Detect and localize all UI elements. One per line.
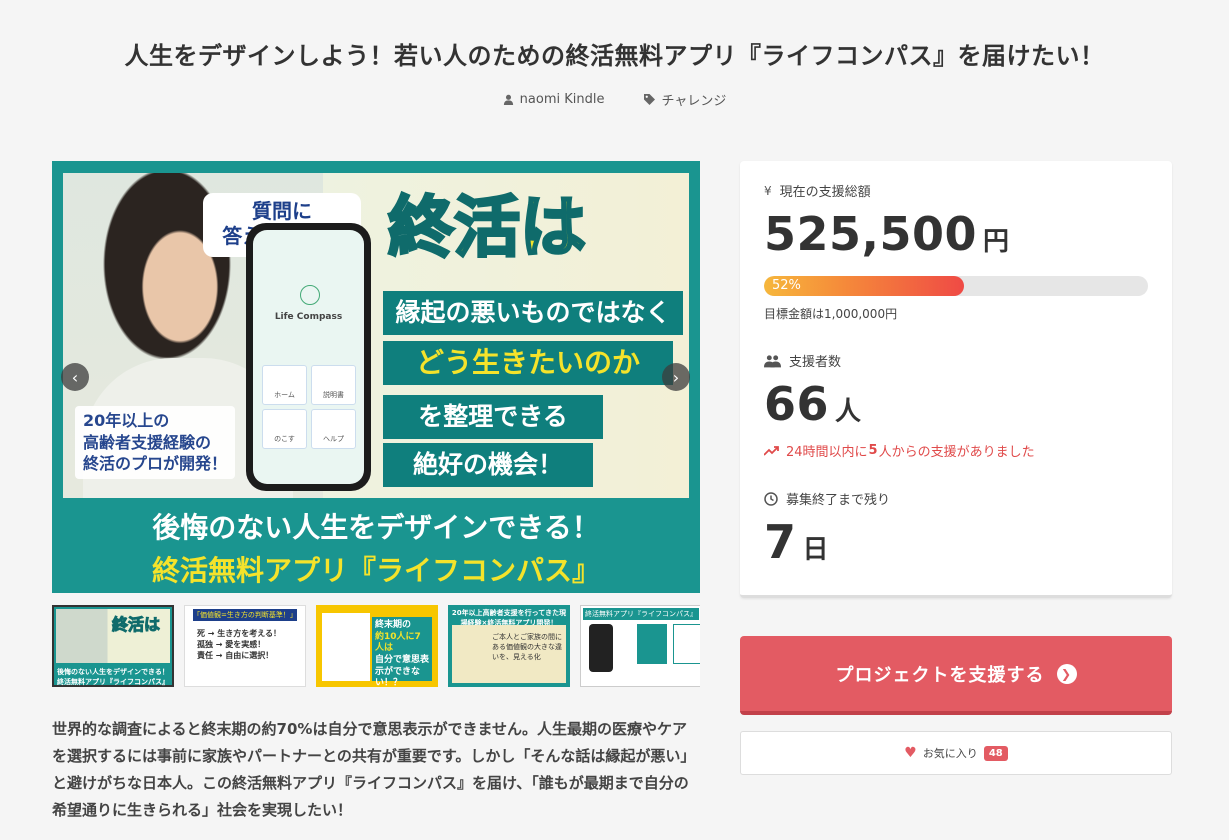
category-link[interactable]: チャレンジ	[644, 90, 726, 109]
total-amount: 525,500 円	[764, 207, 1010, 261]
clock-icon	[764, 491, 778, 506]
hero-bottom-line-1: 後悔のない人生をデザインできる！	[152, 511, 600, 544]
backers-label: 支援者数	[789, 355, 842, 370]
menu-leave: のこす	[262, 409, 307, 449]
thumbnail-4[interactable]: 20年以上高齢者支援を行ってきた現場経験×終活無料アプリ開発！ ご本人とご家族の…	[448, 605, 570, 687]
backers-count: 66 人	[764, 377, 862, 431]
users-icon	[764, 354, 781, 367]
thumbnail-3[interactable]: 終末期の 約10人に7人は 自分で意思表示ができない！？	[316, 605, 438, 687]
favorite-label: お気に入り	[922, 747, 978, 760]
remaining-label: 募集終了まで残り	[786, 493, 891, 508]
project-meta: naomi Kindle チャレンジ	[0, 90, 1229, 109]
favorite-button[interactable]: ♥ お気に入り 48	[740, 731, 1172, 775]
arrow-right-circle-icon: ❯	[1056, 663, 1077, 684]
menu-home: ホーム	[262, 365, 307, 405]
category-name: チャレンジ	[661, 94, 727, 109]
hero-band-1: 縁起の悪いものではなく	[383, 291, 683, 335]
hero-headline: 終活は	[387, 189, 588, 266]
total-label-row: ¥ 現在の支援総額	[764, 181, 871, 201]
remaining-days: 7日	[764, 515, 830, 569]
funding-stats-card: ¥ 現在の支援総額 525,500 円 52% 目標金額は1,000,000円 支…	[740, 161, 1172, 598]
favorite-count: 48	[983, 745, 1008, 761]
phone-mockup: Life Compass ホーム 説明書 のこす ヘルプ	[246, 223, 371, 491]
thumbnail-5[interactable]: 終活無料アプリ『ライフコンパス』を使うと？	[580, 605, 700, 687]
trending-up-icon	[764, 445, 779, 456]
progress-fill: 52%	[764, 276, 964, 296]
recent-support-notice: 24時間以内に 5 人からの支援がありました	[764, 441, 1035, 460]
hero-bottom-line-2: 終活無料アプリ『ライフコンパス』	[151, 554, 600, 587]
menu-help: ヘルプ	[311, 409, 356, 449]
user-icon	[503, 94, 513, 105]
hero-visual: 質問に 答えるだけ！ Life Compass ホーム 説明書 のこす ヘルプ …	[63, 173, 689, 498]
thumbnail-strip: 終活は 後悔のない人生をデザインできる！終活無料アプリ『ライフコンパス』 「価値…	[52, 605, 700, 687]
backers-label-row: 支援者数	[764, 351, 841, 370]
hero-band-2: どう生きたいのか	[383, 341, 673, 385]
support-button-label: プロジェクトを支援する	[835, 664, 1045, 686]
yen-icon: ¥	[764, 183, 772, 198]
total-label: 現在の支援総額	[779, 185, 871, 200]
goal-amount: 目標金額は1,000,000円	[764, 307, 898, 321]
chevron-left-icon: ‹	[71, 367, 79, 387]
tag-icon	[644, 94, 656, 105]
thumbnail-1[interactable]: 終活は 後悔のない人生をデザインできる！終活無料アプリ『ライフコンパス』	[52, 605, 174, 687]
compass-icon	[300, 285, 320, 305]
hero-image: 質問に 答えるだけ！ Life Compass ホーム 説明書 のこす ヘルプ …	[52, 161, 700, 593]
remaining-label-row: 募集終了まで残り	[764, 489, 890, 508]
hero-band-4: 絶好の機会！	[383, 443, 593, 487]
author-link[interactable]: naomi Kindle	[503, 90, 605, 109]
experience-text: 20年以上の 高齢者支援経験の 終活のプロが開発！	[75, 406, 236, 479]
app-name: Life Compass	[274, 312, 343, 322]
chevron-right-icon: ›	[672, 367, 680, 387]
menu-manual: 説明書	[311, 365, 356, 405]
author-name: naomi Kindle	[519, 92, 605, 107]
thumbnail-2[interactable]: 「価値観=生き方の判断基準！」 死 → 生き方を考える！ 孤独 → 愛を実感！ …	[184, 605, 306, 687]
project-title: 人生をデザインしよう！若い人のための終活無料アプリ『ライフコンパス』を届けたい！	[124, 42, 1105, 70]
next-slide-button[interactable]: ›	[662, 363, 690, 391]
heart-icon: ♥	[904, 745, 917, 761]
hero-band-3: を整理できる	[383, 395, 603, 439]
support-project-button[interactable]: プロジェクトを支援する ❯	[740, 636, 1172, 715]
prev-slide-button[interactable]: ‹	[61, 363, 89, 391]
project-description: 世界的な調査によると終末期の約70%は自分で意思表示ができません。人生最期の医療…	[52, 720, 696, 819]
funding-progress-bar: 52%	[764, 276, 1148, 296]
